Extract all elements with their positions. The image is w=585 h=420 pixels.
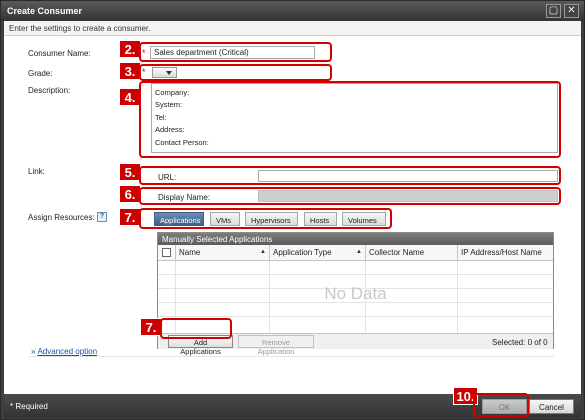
advanced-option-link[interactable]: » Advanced option bbox=[31, 347, 97, 356]
callout-box-2 bbox=[139, 42, 332, 62]
advanced-option-label: Advanced option bbox=[37, 347, 98, 356]
callout-5: 5. bbox=[119, 163, 141, 181]
column-name-label: Name bbox=[179, 248, 201, 257]
required-note: * Required bbox=[10, 402, 48, 411]
instructions-text: Enter the settings to create a consumer. bbox=[9, 24, 151, 33]
table-row bbox=[158, 303, 553, 317]
column-application-type-label: Application Type bbox=[273, 248, 332, 257]
callout-4: 4. bbox=[119, 88, 141, 106]
column-header-name[interactable]: Name ▲ bbox=[176, 245, 270, 261]
callout-7-add: 7. bbox=[140, 318, 162, 336]
callout-box-5 bbox=[139, 166, 561, 185]
column-ip-address-label: IP Address/Host Name bbox=[461, 248, 542, 257]
create-consumer-dialog: Create Consumer ▢ ✕ Enter the settings t… bbox=[0, 0, 585, 420]
sort-asc-icon: ▲ bbox=[260, 249, 266, 255]
callout-box-7-tabs bbox=[139, 208, 392, 229]
divider bbox=[29, 356, 554, 357]
column-header-collector-name[interactable]: Collector Name bbox=[366, 245, 458, 261]
window-title: Create Consumer bbox=[7, 6, 83, 16]
callout-box-6 bbox=[139, 187, 561, 205]
help-icon[interactable]: ? bbox=[97, 212, 107, 222]
callout-box-4 bbox=[139, 81, 561, 158]
callout-3: 3. bbox=[119, 62, 141, 80]
selected-count: Selected: 0 of 0 bbox=[492, 338, 548, 347]
close-icon[interactable]: ✕ bbox=[564, 4, 579, 18]
consumer-name-label: Consumer Name: bbox=[28, 49, 91, 58]
column-header-ip-address[interactable]: IP Address/Host Name bbox=[458, 245, 553, 261]
no-data-text: No Data bbox=[324, 284, 387, 303]
callout-box-10 bbox=[473, 393, 529, 417]
remove-application-button[interactable]: Remove Application bbox=[238, 335, 314, 356]
double-chevron-down-icon: » bbox=[31, 347, 36, 356]
callout-6: 6. bbox=[119, 185, 141, 203]
maximize-icon[interactable]: ▢ bbox=[546, 4, 561, 18]
instructions-bar: Enter the settings to create a consumer. bbox=[4, 21, 581, 36]
description-label: Description: bbox=[28, 86, 71, 95]
callout-box-7-add bbox=[160, 318, 232, 339]
callout-2: 2. bbox=[119, 40, 141, 58]
form-content: Consumer Name: * Sales department (Criti… bbox=[4, 36, 581, 394]
grade-label: Grade: bbox=[28, 69, 53, 78]
column-header-application-type[interactable]: Application Type ▲ bbox=[270, 245, 366, 261]
cancel-button[interactable]: Cancel bbox=[529, 399, 574, 414]
sort-asc-icon: ▲ bbox=[356, 249, 362, 255]
panel-title: Manually Selected Applications bbox=[158, 233, 553, 245]
column-collector-name-label: Collector Name bbox=[369, 248, 425, 257]
assign-resources-label: Assign Resources: bbox=[28, 213, 95, 222]
select-all-checkbox[interactable] bbox=[162, 248, 171, 257]
link-label: Link: bbox=[28, 167, 45, 176]
table-row bbox=[158, 261, 553, 275]
select-all-header bbox=[158, 245, 176, 261]
callout-7: 7. bbox=[119, 208, 141, 226]
title-bar: Create Consumer bbox=[1, 1, 584, 21]
callout-box-3 bbox=[139, 64, 332, 81]
